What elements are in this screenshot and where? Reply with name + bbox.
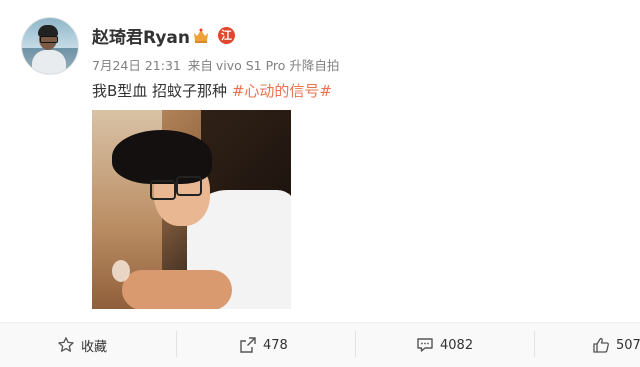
post-body: 我B型血 招蚊子那种 bbox=[92, 82, 228, 100]
level-badge[interactable]: 江 bbox=[218, 27, 235, 44]
share-icon bbox=[239, 336, 257, 354]
favorite-button[interactable]: 收藏 bbox=[57, 323, 107, 367]
vip-crown-icon[interactable] bbox=[192, 27, 210, 44]
thumbs-up-icon bbox=[592, 336, 610, 354]
like-count: 507 bbox=[616, 337, 640, 353]
action-toolbar: 收藏 478 4082 507 bbox=[0, 323, 640, 367]
user-avatar[interactable] bbox=[21, 17, 79, 75]
repost-button[interactable]: 478 bbox=[239, 323, 288, 367]
star-icon bbox=[57, 336, 75, 354]
post-text: 我B型血 招蚊子那种 #心动的信号# bbox=[92, 80, 332, 101]
toolbar-separator bbox=[176, 331, 177, 357]
post-timestamp[interactable]: 7月24日 21:31 bbox=[92, 58, 181, 73]
post-photo[interactable] bbox=[92, 110, 291, 309]
source-device[interactable]: vivo S1 Pro 升降自拍 bbox=[216, 58, 340, 73]
toolbar-separator bbox=[534, 331, 535, 357]
like-button[interactable]: 507 bbox=[592, 323, 640, 367]
comment-count: 4082 bbox=[440, 337, 474, 353]
hashtag-link[interactable]: #心动的信号# bbox=[232, 82, 332, 100]
comment-icon bbox=[416, 336, 434, 354]
toolbar-separator bbox=[355, 331, 356, 357]
comment-button[interactable]: 4082 bbox=[416, 323, 473, 367]
username-link[interactable]: 赵琦君Ryan bbox=[92, 23, 190, 48]
post-meta: 7月24日 21:31 来自 vivo S1 Pro 升降自拍 bbox=[92, 55, 342, 74]
repost-count: 478 bbox=[263, 337, 288, 353]
source-prefix: 来自 bbox=[187, 58, 213, 73]
favorite-label: 收藏 bbox=[81, 339, 108, 355]
